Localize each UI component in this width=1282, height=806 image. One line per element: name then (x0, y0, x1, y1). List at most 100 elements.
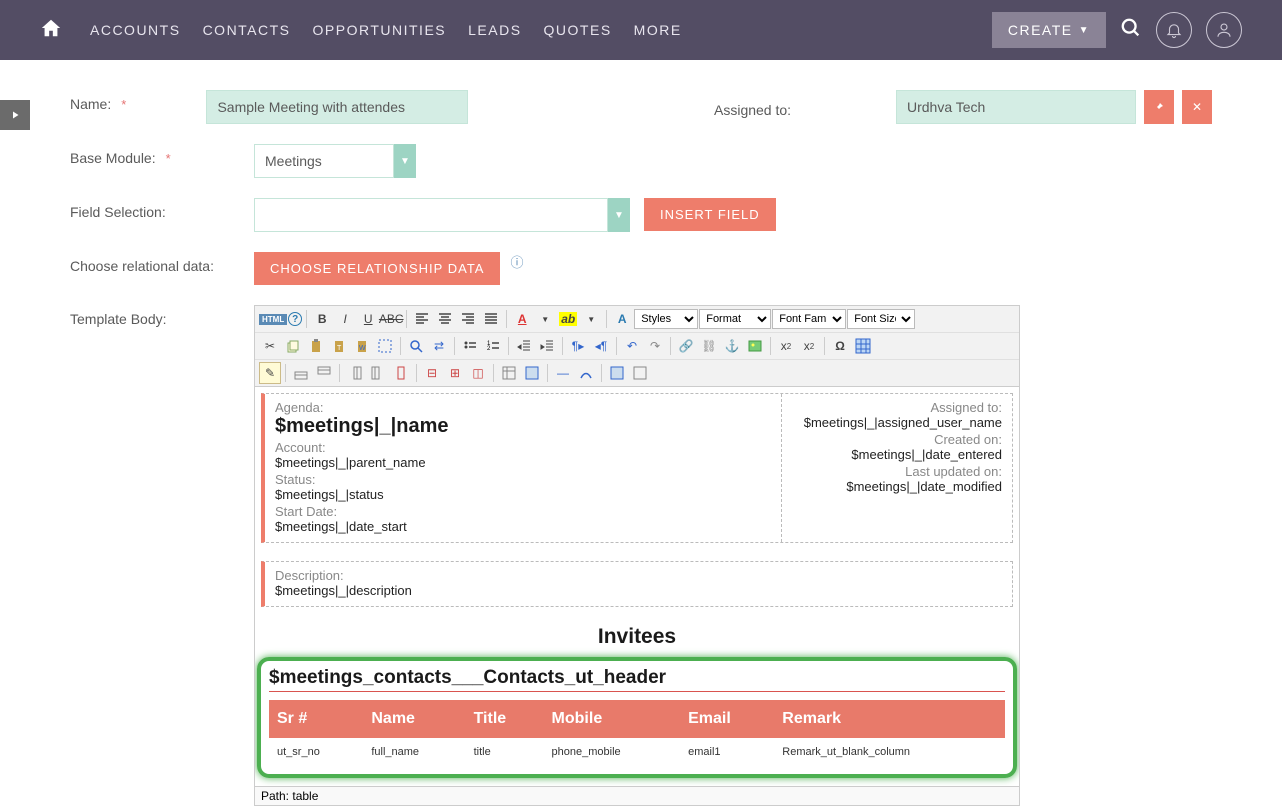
code-icon[interactable] (629, 362, 651, 384)
assigned-to-label: Assigned to: (792, 400, 1002, 415)
number-list-icon[interactable]: 12 (482, 335, 504, 357)
superscript-icon[interactable]: x2 (798, 335, 820, 357)
align-left-icon[interactable] (411, 308, 433, 330)
edit-cell-icon[interactable]: ✎ (259, 362, 281, 384)
paste-icon[interactable] (305, 335, 327, 357)
align-justify-icon[interactable] (480, 308, 502, 330)
html-source-button[interactable]: HTML (259, 314, 287, 325)
field-selection-select[interactable]: ▼ (254, 198, 630, 232)
underline-icon[interactable]: U (357, 308, 379, 330)
replace-icon[interactable]: ⇄ (428, 335, 450, 357)
insert-field-button[interactable]: INSERT FIELD (644, 198, 776, 231)
side-tab-expand[interactable] (0, 100, 30, 130)
search-icon[interactable] (1120, 17, 1142, 44)
format-select[interactable]: Format (699, 309, 771, 329)
top-navigation: ACCOUNTS CONTACTS OPPORTUNITIES LEADS QU… (0, 0, 1282, 60)
create-button[interactable]: CREATE ▼ (992, 12, 1106, 48)
col-after-icon[interactable] (367, 362, 389, 384)
delete-col-icon[interactable] (390, 362, 412, 384)
paste-word-icon[interactable]: W (351, 335, 373, 357)
chevron-down-icon: ▼ (1079, 25, 1090, 36)
outdent-icon[interactable] (513, 335, 535, 357)
form-container: Name:* Assigned to: ✕ Base Module:* Meet… (40, 60, 1242, 806)
assigned-input[interactable] (896, 90, 1136, 124)
svg-text:T: T (337, 345, 342, 352)
strikethrough-icon[interactable]: ABC (380, 308, 402, 330)
nav-more[interactable]: MORE (634, 22, 682, 38)
cut-icon[interactable]: ✂ (259, 335, 281, 357)
base-module-label: Base Module:* (70, 144, 254, 166)
copy-icon[interactable] (282, 335, 304, 357)
anchor-icon[interactable]: ⚓ (721, 335, 743, 357)
choose-relationship-button[interactable]: CHOOSE RELATIONSHIP DATA (254, 252, 500, 285)
redo-icon[interactable]: ↷ (644, 335, 666, 357)
caret-icon[interactable]: ▼ (534, 308, 556, 330)
info-icon[interactable]: ⓘ (510, 252, 523, 271)
nav-leads[interactable]: LEADS (468, 22, 521, 38)
nav-accounts[interactable]: ACCOUNTS (90, 22, 181, 38)
assigned-clear-button[interactable]: ✕ (1182, 90, 1212, 124)
italic-icon[interactable]: I (334, 308, 356, 330)
undo-icon[interactable]: ↶ (621, 335, 643, 357)
col-before-icon[interactable] (344, 362, 366, 384)
image-icon[interactable] (744, 335, 766, 357)
home-icon[interactable] (40, 17, 62, 44)
th-email: Email (680, 700, 774, 738)
editor-path: Path: table (254, 787, 1020, 806)
assigned-pin-button[interactable] (1144, 90, 1174, 124)
rtl-icon[interactable]: ◂¶ (590, 335, 612, 357)
split-v-icon[interactable]: ◫ (467, 362, 489, 384)
row-after-icon[interactable] (313, 362, 335, 384)
font-size-select[interactable]: Font Size (847, 309, 915, 329)
rich-text-editor: HTML ? B I U ABC A ▼ ab ▼ (254, 305, 1020, 806)
highlight-color-icon[interactable]: ab (557, 308, 579, 330)
remove-format-icon[interactable] (575, 362, 597, 384)
font-icon[interactable]: A (611, 308, 633, 330)
created-label: Created on: (792, 432, 1002, 447)
subscript-icon[interactable]: x2 (775, 335, 797, 357)
ltr-icon[interactable]: ¶▸ (567, 335, 589, 357)
row-before-icon[interactable] (290, 362, 312, 384)
link-icon[interactable]: 🔗 (675, 335, 697, 357)
table-icon[interactable] (852, 335, 874, 357)
description-box: Description: $meetings|_|description (261, 561, 1013, 607)
name-label: Name:* (70, 90, 206, 112)
nav-contacts[interactable]: CONTACTS (203, 22, 291, 38)
split-cell-icon[interactable]: ⊟ (421, 362, 443, 384)
select-all-icon[interactable] (374, 335, 396, 357)
fullscreen-icon[interactable] (606, 362, 628, 384)
bullet-list-icon[interactable] (459, 335, 481, 357)
cell-props-icon[interactable] (521, 362, 543, 384)
help-icon[interactable]: ? (288, 312, 302, 326)
start-label: Start Date: (275, 504, 771, 519)
chevron-down-icon[interactable]: ▼ (608, 198, 630, 232)
account-label: Account: (275, 440, 771, 455)
align-center-icon[interactable] (434, 308, 456, 330)
align-right-icon[interactable] (457, 308, 479, 330)
indent-icon[interactable] (536, 335, 558, 357)
styles-select[interactable]: Styles (634, 309, 698, 329)
th-title: Title (466, 700, 544, 738)
name-input[interactable] (206, 90, 468, 124)
base-module-select[interactable]: Meetings ▼ (254, 144, 416, 178)
updated-value: $meetings|_|date_modified (792, 479, 1002, 494)
nav-quotes[interactable]: QUOTES (544, 22, 612, 38)
notifications-icon[interactable] (1156, 12, 1192, 48)
caret-icon[interactable]: ▼ (580, 308, 602, 330)
th-mobile: Mobile (544, 700, 681, 738)
find-icon[interactable] (405, 335, 427, 357)
profile-icon[interactable] (1206, 12, 1242, 48)
unlink-icon[interactable]: ⛓ (698, 335, 720, 357)
special-char-icon[interactable]: Ω (829, 335, 851, 357)
text-color-icon[interactable]: A (511, 308, 533, 330)
hr-icon[interactable]: — (552, 362, 574, 384)
font-family-select[interactable]: Font Family (772, 309, 846, 329)
nav-opportunities[interactable]: OPPORTUNITIES (313, 22, 447, 38)
status-label: Status: (275, 472, 771, 487)
bold-icon[interactable]: B (311, 308, 333, 330)
paste-text-icon[interactable]: T (328, 335, 350, 357)
editor-content-area[interactable]: Agenda: $meetings|_|name Account: $meeti… (254, 387, 1020, 787)
merge-cell-icon[interactable]: ⊞ (444, 362, 466, 384)
table-props-icon[interactable] (498, 362, 520, 384)
chevron-down-icon[interactable]: ▼ (394, 144, 416, 178)
